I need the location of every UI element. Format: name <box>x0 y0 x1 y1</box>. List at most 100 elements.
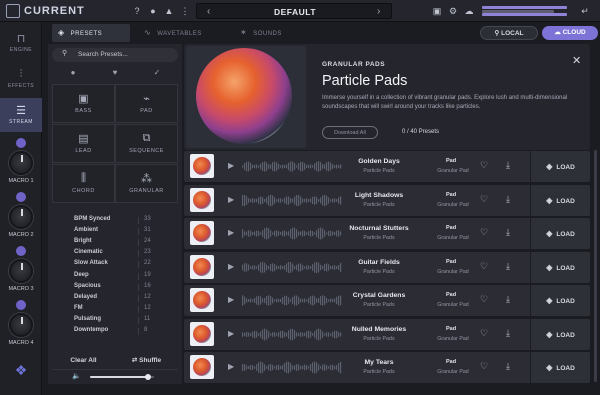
macro-2-assign-button[interactable] <box>16 192 26 202</box>
local-source-button[interactable]: ⚲ LOCAL <box>480 26 538 40</box>
close-icon[interactable]: ✕ <box>572 54 581 67</box>
shuffle-label: Shuffle <box>139 357 162 364</box>
category-granular[interactable]: ⁂ GRANULAR <box>115 164 178 203</box>
search-input[interactable]: Search Presets... <box>52 48 178 62</box>
download-all-button[interactable]: Download All <box>322 126 378 139</box>
favorite-heart-icon[interactable]: ♡ <box>480 261 488 272</box>
tag-item[interactable]: Delayed 12 <box>52 294 178 305</box>
macro-4-knob[interactable] <box>9 313 33 337</box>
favorite-heart-icon[interactable]: ♡ <box>480 361 488 372</box>
load-button[interactable]: ◈ LOAD <box>531 151 590 182</box>
macro-2-knob[interactable] <box>9 205 33 229</box>
macro-1-assign-button[interactable] <box>16 138 26 148</box>
nav-engine[interactable]: ⊓ ENGINE <box>0 26 42 60</box>
category-sequence[interactable]: ⧉ SEQUENCE <box>115 124 178 163</box>
category-pad[interactable]: ⌁ PAD <box>115 84 178 123</box>
preset-row[interactable]: ▶ Light Shadows Particle Pads Pad Granular P… <box>184 184 590 216</box>
nav-stream[interactable]: ☰ STREAM <box>0 98 42 132</box>
load-button[interactable]: ◈ LOAD <box>531 318 590 350</box>
preset-subtype: Granular Pad <box>437 335 469 342</box>
macro-3-knob[interactable] <box>9 259 33 283</box>
play-icon[interactable]: ▶ <box>228 295 234 304</box>
category-label: CHORD <box>72 188 95 194</box>
tag-separator <box>138 305 139 313</box>
category-chord[interactable]: ⫼ CHORD <box>52 164 115 203</box>
tab-sounds[interactable]: ✶ SOUNDS <box>234 24 304 42</box>
play-icon[interactable]: ▶ <box>228 362 234 371</box>
cloud-source-button[interactable]: ☁ CLOUD <box>542 26 598 40</box>
preset-list-scrollbar[interactable] <box>594 150 597 382</box>
preset-row[interactable]: ▶ My Tears Particle Pads Pad Granular Pad ♡ ⤓ ◈… <box>184 352 590 383</box>
load-button[interactable]: ◈ LOAD <box>531 285 590 316</box>
load-label: LOAD <box>556 331 575 339</box>
shuffle-button[interactable]: ⇄ Shuffle <box>115 354 178 368</box>
tag-item[interactable]: Spacious 16 <box>52 283 178 294</box>
tag-separator <box>138 316 139 324</box>
preset-row[interactable]: ▶ Golden Days Particle Pads Pad Granular Pad… <box>184 151 590 182</box>
preset-row[interactable]: ▶ Nulled Memories Particle Pads Pad Granular… <box>184 318 590 350</box>
filter-check-icon[interactable]: ✓ <box>136 66 178 80</box>
tag-item[interactable]: Slow Attack 22 <box>52 260 178 271</box>
play-icon[interactable]: ▶ <box>228 262 234 271</box>
category-lead[interactable]: ▤ LEAD <box>52 124 115 163</box>
load-button[interactable]: ◈ LOAD <box>531 352 590 383</box>
settings-icon[interactable]: ⚙ <box>446 4 460 18</box>
tag-item[interactable]: Bright 24 <box>52 238 178 249</box>
save-icon[interactable]: ▣ <box>430 4 444 18</box>
tab-presets[interactable]: ◈ PRESETS <box>52 24 130 42</box>
bell-icon[interactable]: ▲ <box>162 4 176 18</box>
macro-1-knob[interactable] <box>9 151 33 175</box>
volume-slider-handle[interactable] <box>144 374 151 380</box>
load-button[interactable]: ◈ LOAD <box>531 184 590 216</box>
tag-count: 23 <box>144 249 151 256</box>
preset-selector[interactable]: ‹ DEFAULT › <box>196 3 392 19</box>
tag-item[interactable]: Pulsating 11 <box>52 316 178 327</box>
favorite-heart-icon[interactable]: ♡ <box>480 194 488 205</box>
play-icon[interactable]: ▶ <box>228 228 234 237</box>
tag-item[interactable]: Deep 19 <box>52 272 178 283</box>
tag-item[interactable]: Cinematic 23 <box>52 249 178 260</box>
clear-all-button[interactable]: Clear All <box>52 354 115 368</box>
preset-row[interactable]: ▶ Guitar Fields Particle Pads Pad Granular P… <box>184 251 590 283</box>
cloud-icon[interactable]: ☁ <box>462 4 476 18</box>
next-preset-button[interactable]: › <box>377 6 380 17</box>
nav-effects[interactable]: ⫶ EFFECTS <box>0 62 42 96</box>
play-icon[interactable]: ▶ <box>228 329 234 338</box>
tag-separator <box>138 328 139 335</box>
tag-item[interactable]: Downtempo 8 <box>52 327 178 338</box>
filter-user-icon[interactable]: ● <box>52 66 94 80</box>
download-icon[interactable]: ⤓ <box>506 160 510 171</box>
favorite-heart-icon[interactable]: ♡ <box>480 160 488 171</box>
play-icon[interactable]: ▶ <box>228 161 234 170</box>
help-icon[interactable]: ? <box>130 4 144 18</box>
filter-heart-icon[interactable]: ♥ <box>94 66 136 80</box>
play-icon[interactable]: ▶ <box>228 195 234 204</box>
app-logo-icon <box>6 4 20 18</box>
favorite-heart-icon[interactable]: ♡ <box>480 328 488 339</box>
macro-3-assign-button[interactable] <box>16 246 26 256</box>
download-icon[interactable]: ⤓ <box>506 361 510 372</box>
tag-item[interactable]: FM 12 <box>52 305 178 316</box>
macro-4: MACRO 4 <box>0 300 42 352</box>
preset-row[interactable]: ▶ Crystal Gardens Particle Pads Pad Granular… <box>184 285 590 316</box>
favorite-heart-icon[interactable]: ♡ <box>480 227 488 238</box>
meter-bar-right <box>482 13 568 16</box>
download-icon[interactable]: ⤓ <box>506 294 510 305</box>
favorite-heart-icon[interactable]: ♡ <box>480 294 488 305</box>
download-icon[interactable]: ⤓ <box>506 227 510 238</box>
power-icon[interactable]: ↵ <box>578 4 592 18</box>
category-bass[interactable]: ▣ BASS <box>52 84 115 123</box>
tag-item[interactable]: Ambient 31 <box>52 227 178 238</box>
load-button[interactable]: ◈ LOAD <box>531 218 590 249</box>
load-button[interactable]: ◈ LOAD <box>531 251 590 283</box>
download-icon[interactable]: ⤓ <box>506 328 510 339</box>
user-icon[interactable]: ● <box>146 4 160 18</box>
download-icon[interactable]: ⤓ <box>506 261 510 272</box>
tab-wavetables[interactable]: ∿ WAVETABLES <box>138 24 218 42</box>
menu-icon[interactable]: ⋮ <box>178 4 192 18</box>
thumbnail-disc <box>193 291 211 309</box>
macro-4-assign-button[interactable] <box>16 300 26 310</box>
download-icon[interactable]: ⤓ <box>506 194 510 205</box>
preset-row[interactable]: ▶ Nocturnal Stutters Particle Pads Pad Granu… <box>184 218 590 249</box>
tag-item[interactable]: BPM Synced 33 <box>52 216 178 227</box>
